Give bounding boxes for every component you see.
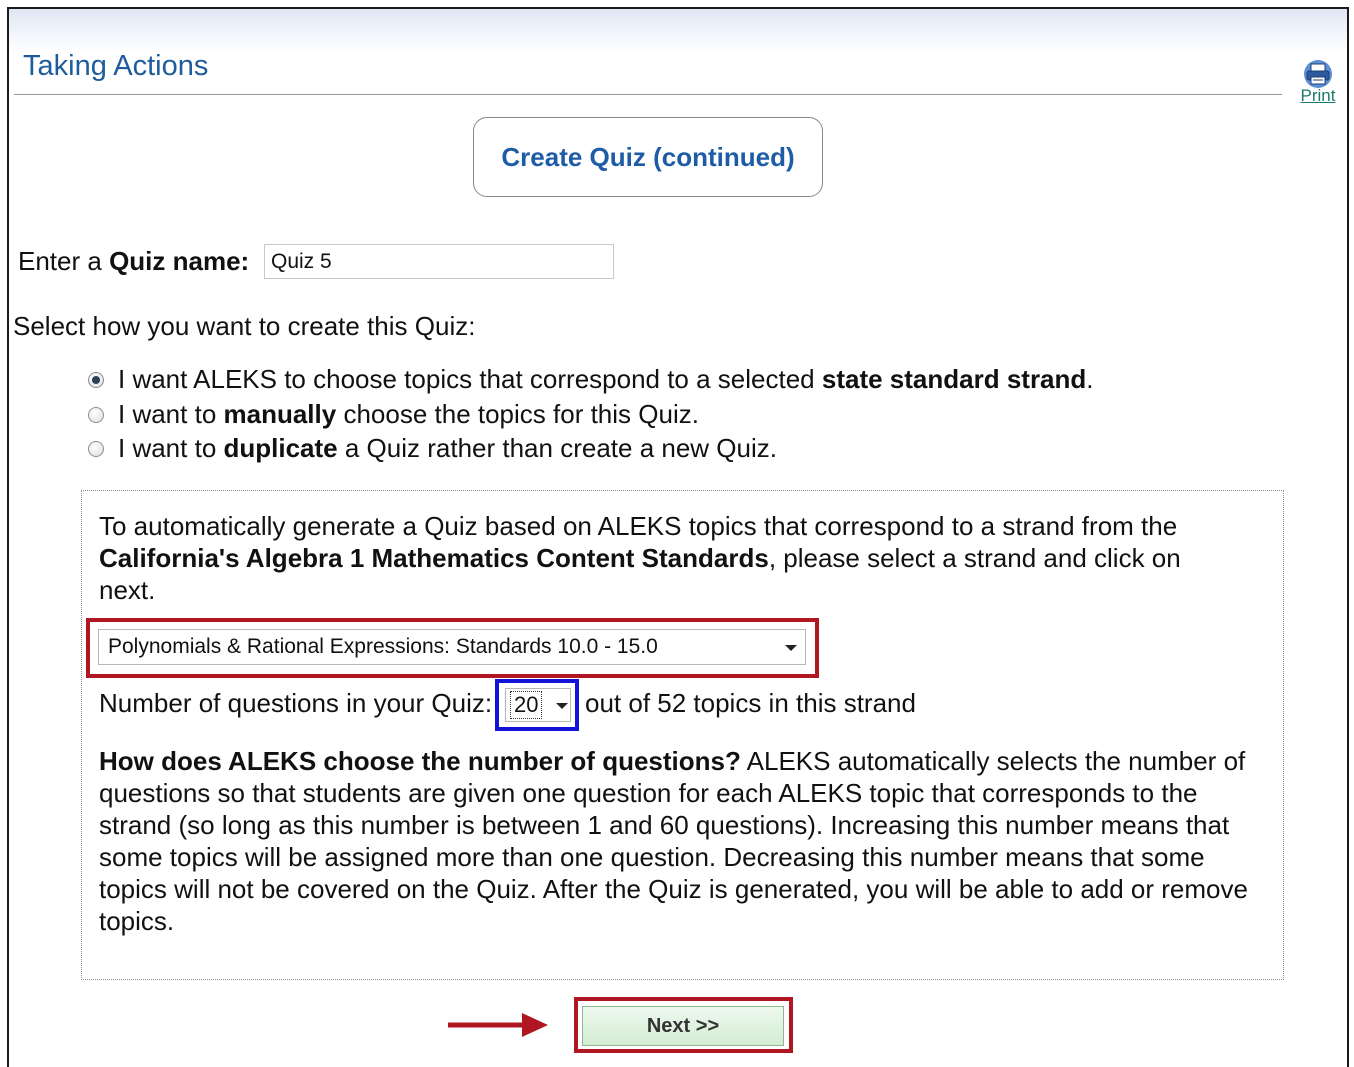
num-questions-label: Number of questions in your Quiz: [99,688,493,718]
option-manual[interactable]: I want to manually choose the topics for… [88,399,699,430]
create-quiz-heading: Create Quiz (continued) [473,117,823,197]
num-questions-highlight-box [495,679,579,731]
option-manual-label: I want to manually choose the topics for… [118,399,699,429]
header-gradient [9,9,1347,53]
option-duplicate-label: I want to duplicate a Quiz rather than c… [118,433,777,463]
option-state-standard-label: I want ALEKS to choose topics that corre… [118,364,1094,394]
printer-icon [1294,58,1342,88]
page-title: Taking Actions [23,50,209,82]
radio-state-standard[interactable] [88,371,104,388]
print-label[interactable]: Print [1294,86,1342,106]
creation-method-prompt: Select how you want to create this Quiz: [13,311,476,341]
num-questions-suffix: out of 52 topics in this strand [585,688,916,718]
print-link[interactable]: Print [1294,58,1342,106]
title-divider [14,94,1282,95]
radio-manual[interactable] [88,406,104,423]
radio-duplicate[interactable] [88,440,104,457]
option-state-standard[interactable]: I want ALEKS to choose topics that corre… [88,364,1094,395]
strand-intro-text: To automatically generate a Quiz based o… [99,511,1181,605]
strand-highlight-box [86,618,819,678]
option-duplicate[interactable]: I want to duplicate a Quiz rather than c… [88,433,777,464]
next-highlight-box [574,997,793,1053]
quiz-name-label: Enter a Quiz name: [18,246,250,276]
arrow-icon [446,1010,550,1045]
explanation-text: How does ALEKS choose the number of ques… [99,746,1248,936]
quiz-name-input[interactable] [264,244,614,279]
